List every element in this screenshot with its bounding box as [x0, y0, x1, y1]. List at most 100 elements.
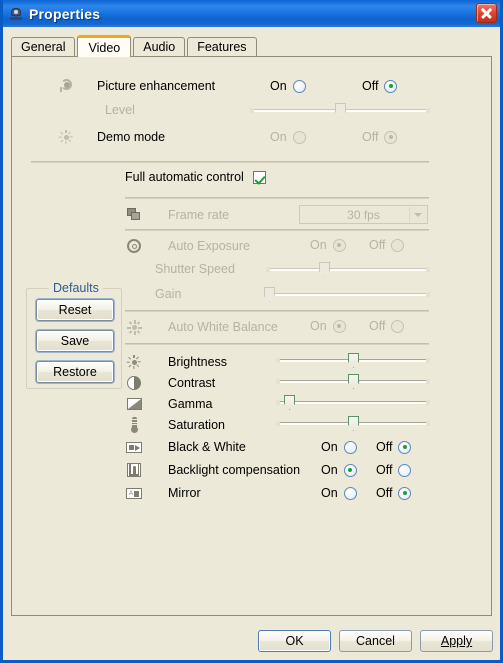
picture-enhancement-on-radio[interactable]: [292, 79, 306, 93]
backlight-icon: [125, 461, 143, 479]
divider-top: [31, 161, 429, 163]
auto-white-balance-off: Off: [369, 319, 405, 333]
tab-features[interactable]: Features: [187, 37, 257, 56]
row-auto-exposure: Auto Exposure: [125, 237, 250, 255]
black-and-white-off-radio[interactable]: [398, 440, 412, 454]
tab-audio[interactable]: Audio: [133, 37, 186, 56]
cancel-button[interactable]: Cancel: [339, 630, 412, 652]
demo-mode-label: Demo mode: [97, 130, 166, 144]
saturation-icon: [125, 416, 143, 434]
row-black-and-white: Black & White: [125, 438, 246, 456]
window-title: Properties: [29, 5, 101, 22]
frame-rate-value: 30 fps: [347, 207, 380, 222]
close-icon[interactable]: [476, 3, 497, 23]
row-demo-mode: Demo mode: [57, 128, 165, 146]
level-slider[interactable]: [250, 103, 430, 119]
defaults-legend: Defaults: [49, 281, 103, 295]
button-bar: OK Cancel Apply: [3, 622, 500, 660]
picture-enhancement-off[interactable]: Off: [362, 79, 398, 93]
row-gain: Gain: [155, 287, 181, 301]
sun-icon: [57, 128, 75, 146]
auto-exposure-on-label: On: [310, 238, 327, 252]
contrast-slider[interactable]: [276, 374, 430, 390]
row-level: Level: [105, 103, 135, 117]
auto-white-balance-on: On: [310, 319, 346, 333]
ok-button[interactable]: OK: [258, 630, 331, 652]
brightness-slider[interactable]: [276, 353, 430, 369]
mirror-label: Mirror: [168, 486, 201, 500]
black-and-white-on-radio[interactable]: [343, 440, 357, 454]
black-and-white-on[interactable]: On: [321, 440, 357, 454]
sun-icon: [125, 353, 143, 371]
restore-button[interactable]: Restore: [36, 361, 114, 383]
saturation-slider[interactable]: [276, 416, 430, 432]
auto-white-balance-on-radio: [332, 319, 346, 333]
title-bar: Properties: [3, 0, 500, 27]
row-saturation: Saturation: [125, 416, 225, 434]
full-automatic-control-checkbox[interactable]: [252, 170, 266, 184]
properties-window: Properties General Video Audio Features …: [0, 0, 503, 663]
auto-white-balance-label: Auto White Balance: [168, 320, 278, 334]
mirror-off-label: Off: [376, 486, 393, 500]
black-and-white-off[interactable]: Off: [376, 440, 412, 454]
full-automatic-control-label: Full automatic control: [125, 170, 244, 184]
backlight-compensation-on-radio[interactable]: [343, 463, 357, 477]
tab-strip: General Video Audio Features: [11, 34, 500, 57]
divider-auto-3: [125, 310, 429, 312]
gamma-slider[interactable]: [276, 395, 430, 411]
chevron-down-icon[interactable]: [409, 207, 426, 222]
black-and-white-off-label: Off: [376, 440, 393, 454]
row-gamma: Gamma: [125, 395, 212, 413]
auto-exposure-off-radio: [391, 238, 405, 252]
picture-enhancement-off-radio[interactable]: [384, 79, 398, 93]
gamma-label: Gamma: [168, 397, 213, 411]
picture-enhancement-on[interactable]: On: [270, 79, 306, 93]
demo-mode-on-radio: [292, 130, 306, 144]
mirror-icon: A: [125, 484, 143, 502]
backlight-compensation-on[interactable]: On: [321, 463, 357, 477]
mirror-on[interactable]: On: [321, 486, 357, 500]
divider-auto-2: [125, 229, 429, 231]
shutter-speed-label: Shutter Speed: [155, 262, 235, 276]
apply-button[interactable]: Apply: [420, 630, 493, 652]
demo-mode-off-radio: [384, 130, 398, 144]
webcam-icon: [8, 6, 24, 22]
backlight-compensation-off-radio[interactable]: [398, 463, 412, 477]
contrast-icon: [125, 374, 143, 392]
frame-rate-select[interactable]: 30 fps: [299, 205, 428, 224]
black-and-white-on-label: On: [321, 440, 338, 454]
demo-mode-on-label: On: [270, 130, 287, 144]
picture-enhancement-label: Picture enhancement: [97, 79, 216, 93]
auto-exposure-off: Off: [369, 238, 405, 252]
auto-exposure-label: Auto Exposure: [168, 239, 250, 253]
mirror-off-radio[interactable]: [398, 486, 412, 500]
gamma-icon: [125, 395, 143, 413]
backlight-compensation-label: Backlight compensation: [168, 463, 301, 477]
black-and-white-label: Black & White: [168, 440, 246, 454]
defaults-group: Defaults Reset Save Restore: [26, 281, 122, 389]
tab-general[interactable]: General: [11, 37, 76, 56]
saturation-label: Saturation: [168, 418, 225, 432]
picture-enhancement-icon: [57, 77, 75, 95]
mirror-off[interactable]: Off: [376, 486, 412, 500]
frame-rate-label: Frame rate: [168, 208, 230, 222]
exposure-icon: [125, 237, 143, 255]
auto-white-balance-on-label: On: [310, 319, 327, 333]
reset-button[interactable]: Reset: [36, 299, 114, 321]
gain-slider: [263, 287, 430, 303]
demo-mode-on: On: [270, 130, 306, 144]
auto-exposure-on: On: [310, 238, 346, 252]
divider-auto-4: [125, 343, 429, 345]
divider-auto-1: [125, 197, 429, 199]
row-backlight-compensation: Backlight compensation: [125, 461, 300, 479]
save-button[interactable]: Save: [36, 330, 114, 352]
row-auto-white-balance: Auto White Balance: [125, 318, 278, 336]
mirror-on-label: On: [321, 486, 338, 500]
auto-exposure-on-radio: [332, 238, 346, 252]
picture-enhancement-off-label: Off: [362, 79, 379, 93]
mirror-on-radio[interactable]: [343, 486, 357, 500]
row-full-automatic-control[interactable]: Full automatic control: [125, 170, 266, 184]
backlight-compensation-off[interactable]: Off: [376, 463, 412, 477]
tab-video[interactable]: Video: [77, 35, 132, 57]
row-picture-enhancement: Picture enhancement: [57, 77, 247, 95]
